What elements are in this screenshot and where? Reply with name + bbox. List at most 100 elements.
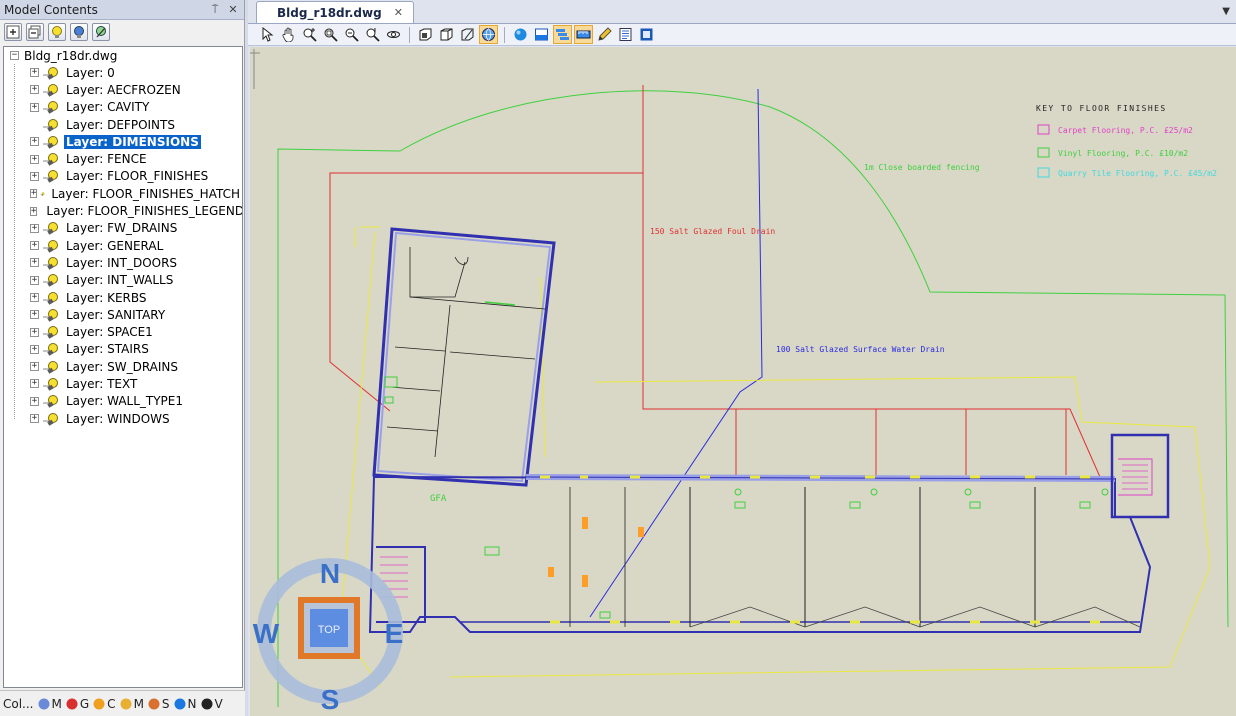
layer-bulb-icon[interactable] [42,377,60,391]
view-wire-button[interactable] [458,25,477,44]
layer-bulb-icon[interactable] [42,152,60,166]
layer-tree-item[interactable]: + Layer: INT_DOORS [4,254,242,271]
properties-button[interactable] [616,25,635,44]
pan-tool-button[interactable] [279,25,298,44]
expand-toggle-icon[interactable]: + [30,189,38,199]
expand-toggle-icon[interactable]: + [30,414,39,424]
expand-toggle-icon[interactable]: + [30,171,39,181]
tree-root[interactable]: − Bldg_r18dr.dwg [4,47,242,64]
layer-tree-item[interactable]: + Layer: FW_DRAINS [4,220,242,237]
layer-bulb-icon[interactable] [42,412,60,426]
layout-button[interactable] [532,25,551,44]
layers-on-button[interactable] [48,23,66,41]
layer-tree-item[interactable]: + Layer: FENCE [4,150,242,167]
expand-toggle-icon[interactable]: + [30,206,38,216]
expand-toggle-icon[interactable]: + [30,344,39,354]
layer-tree-item[interactable]: + Layer: 0 [4,64,242,81]
layer-tree-item[interactable]: + Layer: FLOOR_FINISHES_HATCH [4,185,242,202]
shade-mode-button[interactable] [511,25,530,44]
layer-tree-item[interactable]: + Layer: TEXT [4,375,242,392]
layer-tree-item[interactable]: + Layer: WINDOWS [4,410,242,427]
layer-tree-item[interactable]: Layer: DEFPOINTS [4,116,242,133]
layer-bulb-icon[interactable] [42,342,60,357]
layer-tree-item[interactable]: + Layer: CAVITY [4,99,242,116]
compass-north-label[interactable]: N [320,558,340,589]
collapse-all-button[interactable] [26,23,44,41]
footer-tab[interactable]: C [92,697,116,711]
orbit-button[interactable] [384,25,403,44]
layer-tree-item[interactable]: + Layer: AECFROZEN [4,81,242,98]
layer-tree-item[interactable]: + Layer: FLOOR_FINISHES [4,168,242,185]
expand-toggle-icon[interactable]: + [30,241,39,251]
footer-tab[interactable]: N [173,697,197,711]
layer-tree-item[interactable]: + Layer: DIMENSIONS [4,133,242,150]
markup-pencil-button[interactable] [595,25,614,44]
layer-bulb-icon[interactable] [42,100,60,114]
layer-bulb-icon[interactable] [40,187,45,201]
expand-toggle-icon[interactable]: + [30,327,39,337]
view-front-button[interactable] [416,25,435,44]
layer-bulb-icon[interactable] [42,273,60,287]
layer-tree-item[interactable]: + Layer: FLOOR_FINISHES_LEGEND [4,202,242,219]
expand-toggle-icon[interactable]: + [30,258,39,268]
expand-toggle-icon[interactable]: + [30,362,39,372]
zoom-realtime-button[interactable] [300,25,319,44]
zoom-window-button[interactable] [321,25,340,44]
close-icon[interactable]: ✕ [226,3,240,17]
drawing-canvas[interactable]: KEY TO FLOOR FINISHES Carpet Flooring, P… [250,47,1236,716]
expand-toggle-icon[interactable]: + [30,68,39,78]
layer-tree-item[interactable]: + Layer: STAIRS [4,341,242,358]
view-globe-button[interactable] [479,25,498,44]
navigation-compass[interactable]: TOP N S E W [253,558,404,715]
expand-toggle-icon[interactable]: + [30,102,39,112]
layer-bulb-icon[interactable] [42,239,60,253]
expand-toggle-icon[interactable]: + [30,275,39,285]
layer-bulb-icon[interactable] [42,394,60,409]
expand-toggle-icon[interactable]: + [30,137,39,147]
layer-bulb-icon[interactable] [42,118,60,132]
expand-toggle-icon[interactable]: + [30,293,39,302]
footer-tab[interactable]: Col... [3,697,34,711]
pin-icon[interactable]: ⍑ [208,3,222,17]
layers-off-button[interactable] [70,23,88,41]
layer-tree-item[interactable]: + Layer: SW_DRAINS [4,358,242,375]
expand-toggle-icon[interactable]: + [30,379,39,389]
view-iso-button[interactable] [437,25,456,44]
expand-toggle-icon[interactable]: + [30,310,39,320]
collapse-toggle-icon[interactable]: − [10,51,19,60]
layer-tree-item[interactable]: + Layer: GENERAL [4,237,242,254]
zoom-previous-button[interactable] [363,25,382,44]
layer-bulb-icon[interactable] [42,169,60,184]
layer-bulb-icon[interactable] [42,66,60,80]
layers-panel-button[interactable] [553,25,572,44]
tab-dropdown-icon[interactable]: ▼ [1222,6,1230,17]
layer-tree-item[interactable]: + Layer: KERBS [4,289,242,306]
layer-bulb-icon[interactable] [42,325,60,339]
zoom-extents-button[interactable] [342,25,361,44]
expand-all-button[interactable] [4,23,22,41]
footer-tab[interactable]: M [37,697,62,711]
expand-toggle-icon[interactable]: + [30,85,39,95]
tab-close-icon[interactable]: ✕ [394,6,403,19]
measure-button[interactable] [574,25,593,44]
layer-tree-item[interactable]: + Layer: SANITARY [4,306,242,323]
expand-toggle-icon[interactable]: + [30,223,39,233]
footer-tab[interactable]: M [119,697,144,711]
expand-toggle-icon[interactable]: + [30,154,39,164]
layer-bulb-icon[interactable] [42,256,60,270]
layer-bulb-icon[interactable] [42,360,60,374]
footer-tab[interactable]: S [147,697,170,711]
layers-toggle-button[interactable] [92,23,110,41]
layer-bulb-icon[interactable] [42,135,60,149]
layer-bulb-icon[interactable] [42,308,60,322]
layer-bulb-icon[interactable] [42,83,60,97]
expand-toggle-icon[interactable]: + [30,396,39,406]
fullscreen-button[interactable] [637,25,656,44]
layer-tree-item[interactable]: + Layer: WALL_TYPE1 [4,393,242,410]
compass-west-label[interactable]: W [253,618,280,649]
compass-east-label[interactable]: E [385,618,404,649]
select-tool-button[interactable] [258,25,277,44]
layer-bulb-icon[interactable] [42,291,60,305]
footer-tab[interactable]: V [200,697,223,711]
compass-south-label[interactable]: S [321,684,340,715]
